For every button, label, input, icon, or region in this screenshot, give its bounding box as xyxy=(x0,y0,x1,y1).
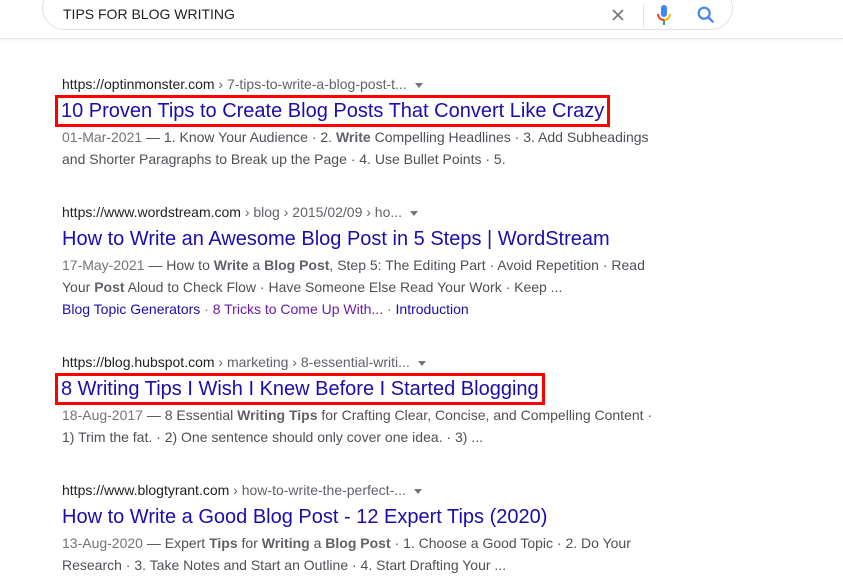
snippet-bold: Tips xyxy=(209,535,238,551)
snippet-bold: Write xyxy=(213,257,249,273)
caret-down-icon[interactable] xyxy=(414,82,423,88)
result-snippet: 13-Aug-2020 — Expert Tips for Writing a … xyxy=(62,532,662,576)
result-title-link[interactable]: How to Write a Good Blog Post - 12 Exper… xyxy=(62,504,547,530)
result-breadcrumb: › how-to-write-the-perfect-... xyxy=(229,482,406,498)
result-url[interactable]: https://www.blogtyrant.com › how-to-writ… xyxy=(62,480,662,500)
result-breadcrumb: › marketing › 8-essential-writi... xyxy=(214,354,410,370)
sitelink[interactable]: Blog Topic Generators xyxy=(62,301,200,317)
result-domain: https://blog.hubspot.com xyxy=(62,354,215,370)
sitelink[interactable]: 8 Tricks to Come Up With... xyxy=(213,301,383,317)
snippet-bold: Post xyxy=(94,279,125,295)
result-url[interactable]: https://optinmonster.com › 7-tips-to-wri… xyxy=(62,74,662,94)
result-domain: https://optinmonster.com xyxy=(62,76,215,92)
search-icon[interactable] xyxy=(695,4,717,26)
result-snippet: 17-May-2021 — How to Write a Blog Post, … xyxy=(62,254,662,298)
search-input[interactable] xyxy=(63,6,583,22)
result-domain: https://www.wordstream.com xyxy=(62,204,241,220)
snippet-bold: Blog Post xyxy=(325,535,391,551)
snippet-bold: Writing xyxy=(261,535,310,551)
snippet-text: for xyxy=(237,535,262,551)
snippet-bold: Writing Tips xyxy=(237,407,318,423)
caret-down-icon[interactable] xyxy=(410,210,419,216)
microphone-icon[interactable] xyxy=(654,3,674,27)
search-result: https://blog.hubspot.com › marketing › 8… xyxy=(55,352,662,448)
snippet-text: — How to xyxy=(144,257,214,273)
search-result: https://www.blogtyrant.com › how-to-writ… xyxy=(62,480,662,576)
result-snippet: 18-Aug-2017 — 8 Essential Writing Tips f… xyxy=(62,404,662,448)
result-date: 13-Aug-2020 xyxy=(62,535,143,551)
header-bar xyxy=(0,0,843,39)
snippet-bold: Blog Post xyxy=(264,257,330,273)
snippet-text: — Expert xyxy=(142,535,210,551)
snippet-text: — 8 Essential xyxy=(142,407,238,423)
result-date: 01-Mar-2021 xyxy=(62,129,143,145)
result-url[interactable]: https://blog.hubspot.com › marketing › 8… xyxy=(62,352,662,372)
divider xyxy=(643,5,644,27)
snippet-text: — 1. Know Your Audience · 2. xyxy=(142,129,336,145)
close-icon[interactable] xyxy=(608,5,628,25)
caret-down-icon[interactable] xyxy=(413,488,422,494)
snippet-bold: Write xyxy=(335,129,371,145)
snippet-text: Aloud to Check Flow · Have Someone Else … xyxy=(124,279,563,295)
search-box[interactable] xyxy=(42,0,733,30)
search-result: https://www.wordstream.com › blog › 2015… xyxy=(62,202,662,320)
result-url[interactable]: https://www.wordstream.com › blog › 2015… xyxy=(62,202,662,222)
sitelinks: Blog Topic Generators · 8 Tricks to Come… xyxy=(62,301,469,317)
result-title-link[interactable]: 8 Writing Tips I Wish I Knew Before I St… xyxy=(55,373,545,405)
sitelink[interactable]: Introduction xyxy=(396,301,469,317)
result-domain: https://www.blogtyrant.com xyxy=(62,482,230,498)
result-title-link[interactable]: 10 Proven Tips to Create Blog Posts That… xyxy=(54,95,611,127)
result-title-link[interactable]: How to Write an Awesome Blog Post in 5 S… xyxy=(62,226,610,252)
result-date: 18-Aug-2017 xyxy=(62,407,143,423)
result-snippet: 01-Mar-2021 — 1. Know Your Audience · 2.… xyxy=(62,126,662,170)
result-breadcrumb: › 7-tips-to-write-a-blog-post-t... xyxy=(214,76,407,92)
search-result: https://optinmonster.com › 7-tips-to-wri… xyxy=(54,74,662,170)
result-date: 17-May-2021 xyxy=(62,257,145,273)
result-breadcrumb: › blog › 2015/02/09 › ho... xyxy=(240,204,403,220)
snippet-text: a xyxy=(248,257,265,273)
caret-down-icon[interactable] xyxy=(417,360,426,366)
snippet-text: a xyxy=(309,535,326,551)
